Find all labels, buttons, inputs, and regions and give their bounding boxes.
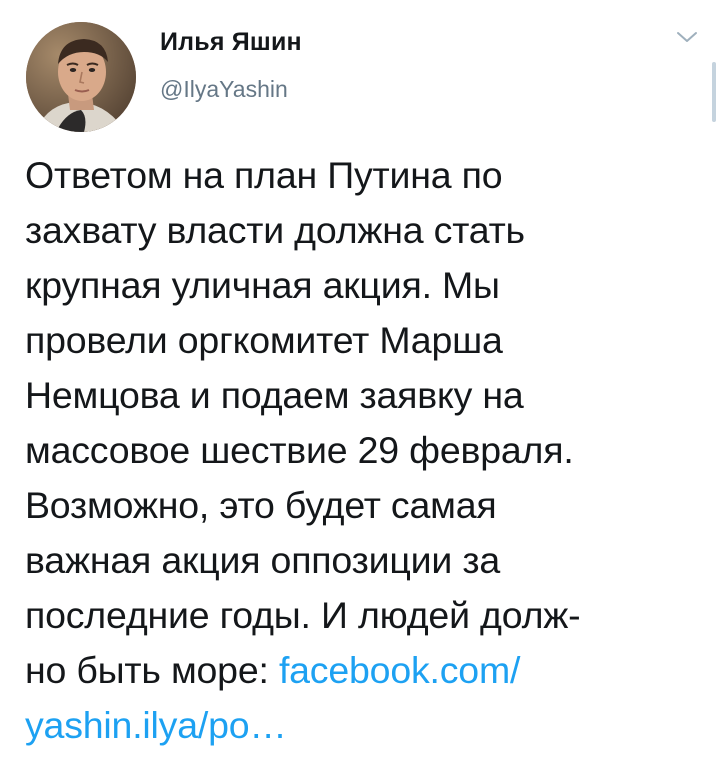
tweet-line: крупная уличная акция. Мы [25,264,500,306]
tweet-link[interactable]: facebook.com/ [279,649,520,691]
tweet-line: последние годы. И людей долж- [25,594,581,636]
avatar[interactable] [26,22,136,132]
chevron-down-icon[interactable] [676,30,698,44]
user-handle[interactable]: @IlyaYashin [160,76,288,103]
tweet-line: Возможно, это будет самая [25,484,497,526]
tweet-line-text: но быть море: [25,649,279,691]
user-display-name[interactable]: Илья Яшин [160,28,302,57]
profile-photo-icon [26,22,136,132]
tweet-line-last: но быть море: facebook.com/ [25,643,707,698]
tweet-line: провели оргкомитет Марша [25,319,503,361]
tweet-text: Ответом на план Путина по захвату власти… [25,148,707,753]
tweet-card[interactable]: Илья Яшин @IlyaYashin Ответом на план Пу… [0,0,720,779]
tweet-link-continued[interactable]: yashin.ilya/po… [25,698,707,753]
tweet-line: захвату власти должна стать [25,209,525,251]
scrollbar[interactable] [712,62,716,122]
tweet-line: Немцова и подаем заявку на [25,374,524,416]
tweet-line: массовое шествие 29 февраля. [25,429,574,471]
tweet-line: Ответом на план Путина по [25,154,503,196]
tweet-line: важная акция оппозиции за [25,539,501,581]
